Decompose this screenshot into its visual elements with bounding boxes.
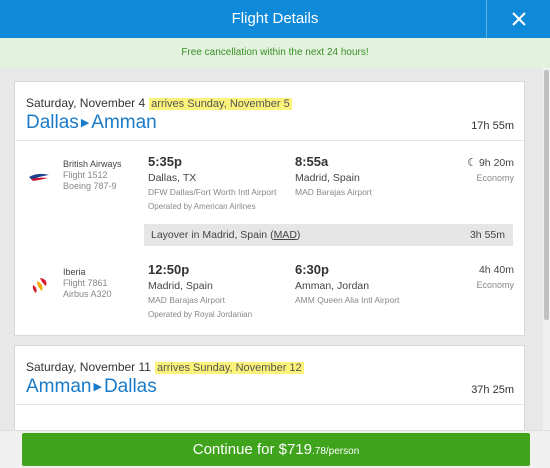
- route-destination: Dallas: [103, 376, 157, 397]
- dialog-title: Flight Details: [231, 10, 319, 27]
- departure-date: Saturday, November 11: [26, 360, 151, 374]
- iberia-logo-icon: [32, 278, 47, 293]
- scrollbar[interactable]: [543, 68, 550, 430]
- divider: [15, 140, 524, 141]
- arrival-info: 8:55a Madrid, Spain MAD Barajas Airport: [295, 154, 372, 197]
- flight-number: Flight 1512: [63, 170, 108, 180]
- departure-city: Dallas, TX: [148, 172, 197, 184]
- aircraft-type: Boeing 787-9: [63, 181, 117, 191]
- flight-segment: Iberia Flight 7861 Airbus A320 12:50p Ma…: [15, 256, 524, 346]
- operated-by: Operated by Royal Jordanian: [148, 310, 253, 319]
- close-icon: [511, 12, 526, 26]
- departure-time: 5:35p: [148, 154, 182, 169]
- route-origin: Dallas: [26, 112, 79, 133]
- arrival-time: 6:30p: [295, 262, 329, 277]
- airline-name: Iberia: [63, 267, 86, 277]
- scrollbar-thumb[interactable]: [544, 70, 549, 320]
- route-origin: Amman: [26, 376, 92, 397]
- close-button[interactable]: [486, 0, 550, 38]
- arrival-city: Amman, Jordan: [295, 280, 370, 292]
- route-destination: Amman: [91, 112, 157, 133]
- layover-text: Layover in Madrid, Spain (MAD): [151, 229, 300, 241]
- route-title: Dallas ▶ Amman: [26, 112, 157, 134]
- arrow-right-icon: ▶: [80, 117, 90, 129]
- continue-price: Continue for $719: [192, 441, 312, 458]
- departure-info: 12:50p Madrid, Spain MAD Barajas Airport: [148, 262, 225, 305]
- arrival-time: 8:55a: [295, 154, 329, 169]
- segment-duration: 4h 40m Economy: [476, 264, 514, 290]
- flight-details-scroll[interactable]: Saturday, November 4 arrives Sunday, Nove…: [0, 68, 543, 430]
- departure-date: Saturday, November 4: [26, 96, 146, 110]
- departure-airport: DFW Dallas/Fort Worth Intl Airport: [148, 187, 277, 197]
- arrival-airport: MAD Barajas Airport: [295, 187, 372, 197]
- airline-info: British Airways Flight 1512 Boeing 787-9: [63, 159, 122, 192]
- aircraft-type: Airbus A320: [63, 289, 112, 299]
- departure-info: 5:35p Dallas, TX DFW Dallas/Fort Worth I…: [148, 154, 276, 197]
- layover-bar: Layover in Madrid, Spain (MAD) 3h 55m: [144, 224, 513, 246]
- british-airways-logo-icon: [29, 173, 49, 181]
- layover-close: ): [296, 229, 301, 241]
- arrow-right-icon: ▶: [93, 381, 102, 393]
- departure-city: Madrid, Spain: [148, 280, 213, 292]
- segment-duration: ☾ 9h 20m Economy: [467, 156, 514, 183]
- arrival-city: Madrid, Spain: [295, 172, 360, 184]
- continue-button[interactable]: Continue for $719.78/person: [22, 433, 530, 466]
- departure-airport: MAD Barajas Airport: [148, 295, 225, 305]
- cabin-class: Economy: [476, 173, 514, 183]
- trip-date: Saturday, November 4 arrives Sunday, Nove…: [26, 96, 292, 110]
- trip-duration: 37h 25m: [471, 384, 514, 396]
- route-title: Amman ▶ Dallas: [26, 376, 157, 398]
- arrives-badge: arrives Sunday, November 5: [149, 98, 292, 110]
- departure-time: 12:50p: [148, 262, 190, 277]
- cancellation-banner: Free cancellation within the next 24 hou…: [0, 38, 550, 68]
- flight-number: Flight 7861: [63, 278, 108, 288]
- arrival-airport: AMM Queen Alia Intl Airport: [295, 295, 400, 305]
- layover-label: Layover in Madrid, Spain (: [151, 229, 274, 241]
- trip-date: Saturday, November 11 arrives Sunday, Nov…: [26, 360, 304, 374]
- continue-price-cents: .78/person: [312, 446, 360, 457]
- footer: Continue for $719.78/person: [0, 430, 550, 468]
- arrival-info: 6:30p Amman, Jordan AMM Queen Alia Intl …: [295, 262, 399, 305]
- trip-duration: 17h 55m: [471, 120, 514, 132]
- layover-airport-code[interactable]: MAD: [274, 229, 297, 241]
- layover-duration: 3h 55m: [469, 229, 505, 241]
- arrives-badge: arrives Sunday, November 12: [154, 362, 304, 374]
- dialog-header: Flight Details: [0, 0, 550, 38]
- segment-duration-value: 4h 40m: [478, 264, 514, 276]
- airline-info: Iberia Flight 7861 Airbus A320: [63, 267, 112, 300]
- return-trip-card: Saturday, November 11 arrives Sunday, Nov…: [14, 345, 525, 430]
- outbound-trip-card: Saturday, November 4 arrives Sunday, Nove…: [14, 81, 525, 336]
- overnight-moon-icon: ☾: [467, 157, 477, 169]
- divider: [15, 404, 524, 405]
- segment-duration-value: 9h 20m: [478, 157, 514, 169]
- airline-name: British Airways: [63, 159, 122, 169]
- operated-by: Operated by American Airlines: [148, 202, 256, 211]
- cabin-class: Economy: [476, 280, 514, 290]
